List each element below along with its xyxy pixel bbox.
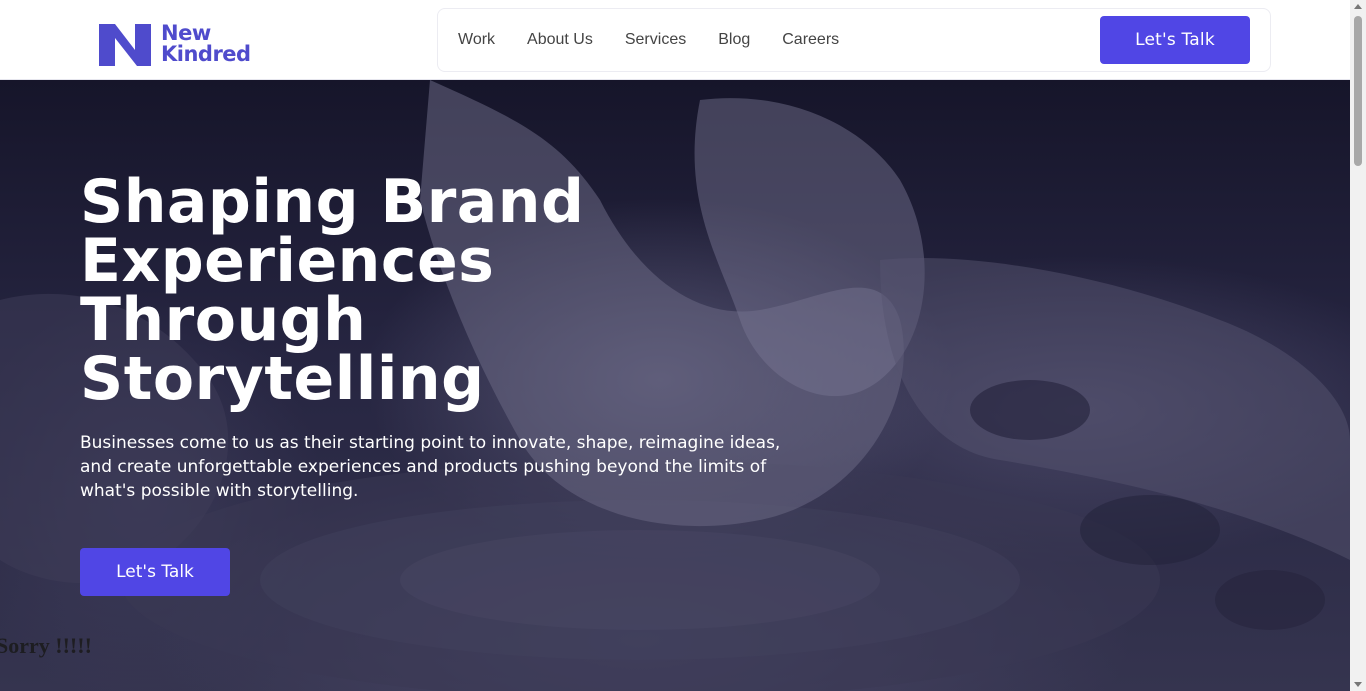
hero-title-line: Through [80,285,367,355]
hero-title: Shaping Brand Experiences Through Storyt… [80,167,780,414]
brand-name-line2: Kindred [161,42,251,66]
brand-name-line1: New [161,21,211,45]
nav-item-work[interactable]: Work [458,31,495,49]
site-header: New Kindred Work About Us Services Blog … [0,0,1350,80]
page-scrollbar[interactable] [1350,0,1366,691]
nav-links: Work About Us Services Blog Careers [458,9,871,71]
nav-item-blog[interactable]: Blog [718,31,750,49]
hero-description: Businesses come to us as their starting … [80,433,781,501]
hero-title-line: Storytelling [80,344,485,414]
hero-lets-talk-button[interactable]: Let's Talk [80,548,230,596]
brand-name: New Kindred [161,23,251,65]
nav-item-about-us[interactable]: About Us [527,31,593,49]
scroll-up-arrow-icon[interactable] [1354,4,1362,9]
n-logo-icon [99,24,151,66]
overlay-text: Sorry !!!!! [0,633,92,658]
scroll-down-arrow-icon[interactable] [1354,682,1362,687]
hero-title-line: Shaping Brand [80,167,585,237]
brand-logo[interactable]: New Kindred [97,20,267,68]
scrollbar-thumb[interactable] [1354,16,1362,166]
nav-item-careers[interactable]: Careers [782,31,839,49]
hero-section: Shaping Brand Experiences Through Storyt… [0,80,1350,691]
nav-item-services[interactable]: Services [625,31,686,49]
header-lets-talk-button[interactable]: Let's Talk [1100,16,1250,64]
main-nav: Work About Us Services Blog Careers Let'… [437,8,1271,72]
hero-title-line: Experiences [80,226,495,296]
